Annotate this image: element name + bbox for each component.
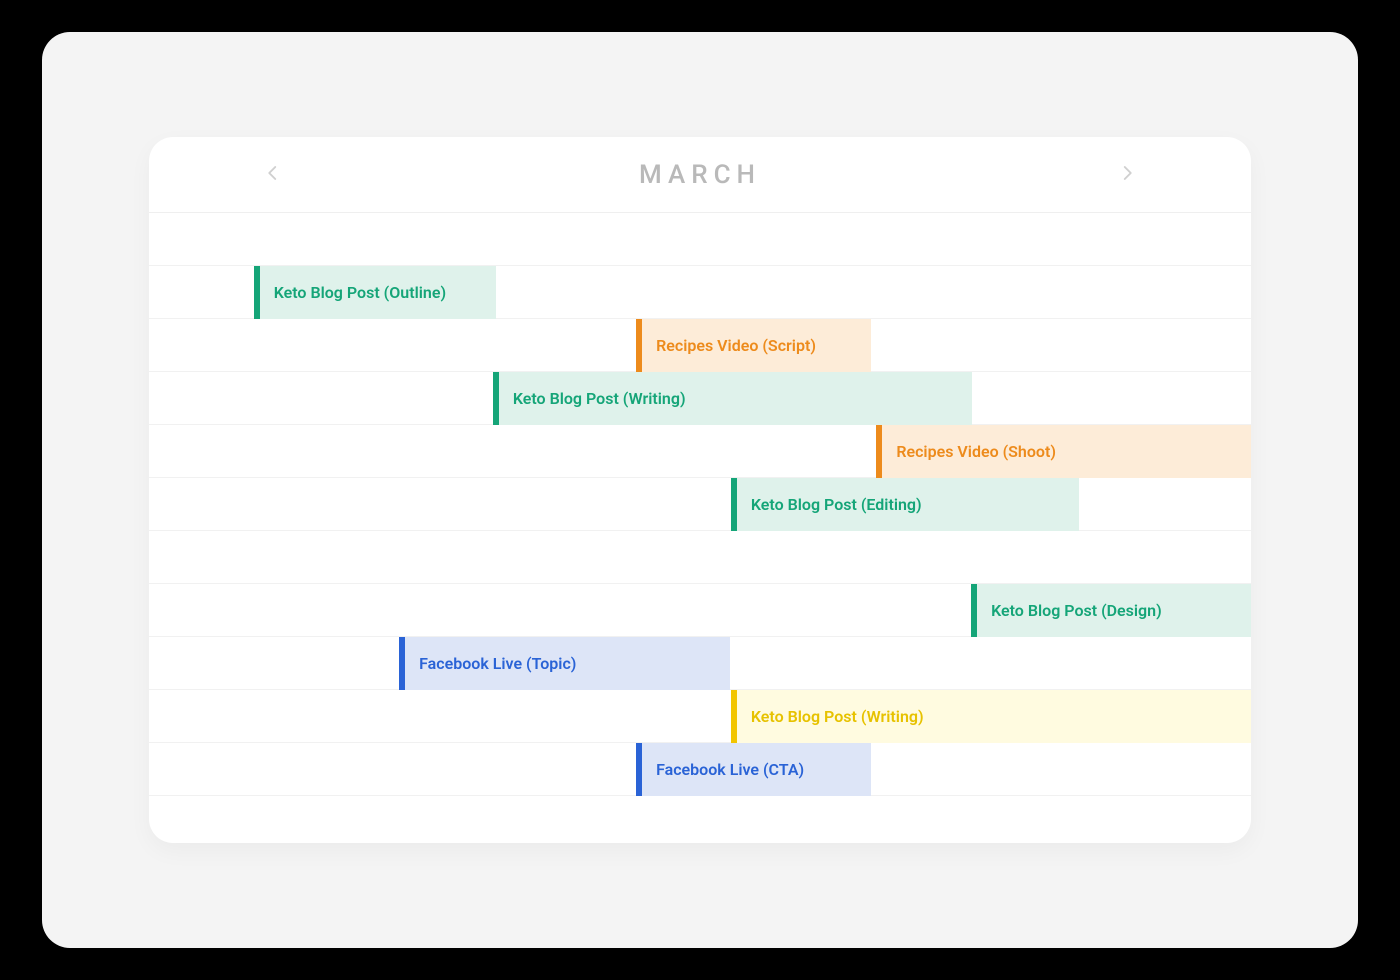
gantt-row: Keto Blog Post (Writing) <box>149 690 1251 743</box>
gantt-row: Recipes Video (Script) <box>149 319 1251 372</box>
gantt-bar-label: Recipes Video (Shoot) <box>896 442 1056 461</box>
stage-background: MARCH Keto Blog Post (Outline) Recipes Vi… <box>42 32 1358 948</box>
gantt-row: Keto Blog Post (Design) <box>149 584 1251 637</box>
gantt-row <box>149 796 1251 843</box>
gantt-bar[interactable]: Keto Blog Post (Outline) <box>254 266 496 319</box>
gantt-bar-label: Keto Blog Post (Writing) <box>751 707 924 726</box>
gantt-bar-label: Keto Blog Post (Writing) <box>513 389 686 408</box>
gantt-row: Keto Blog Post (Writing) <box>149 372 1251 425</box>
gantt-row <box>149 213 1251 266</box>
gantt-bar[interactable]: Keto Blog Post (Writing) <box>731 690 1251 743</box>
gantt-bar[interactable]: Facebook Live (CTA) <box>636 743 871 796</box>
calendar-card: MARCH Keto Blog Post (Outline) Recipes Vi… <box>149 137 1251 843</box>
gantt-row: Facebook Live (Topic) <box>149 637 1251 690</box>
gantt-bar-label: Facebook Live (Topic) <box>419 654 576 673</box>
gantt-bar[interactable]: Keto Blog Post (Writing) <box>493 372 972 425</box>
gantt-bar-label: Keto Blog Post (Editing) <box>751 495 922 514</box>
chevron-left-icon <box>264 159 282 191</box>
gantt-bar-label: Recipes Video (Script) <box>656 336 816 355</box>
gantt-bar[interactable]: Keto Blog Post (Design) <box>971 584 1251 637</box>
gantt-rows: Keto Blog Post (Outline) Recipes Video (S… <box>149 213 1251 843</box>
gantt-bar[interactable]: Keto Blog Post (Editing) <box>731 478 1079 531</box>
gantt-row <box>149 531 1251 584</box>
gantt-bar[interactable]: Recipes Video (Script) <box>636 319 871 372</box>
gantt-bar[interactable]: Facebook Live (Topic) <box>399 637 730 690</box>
gantt-bar[interactable]: Recipes Video (Shoot) <box>876 425 1251 478</box>
gantt-row: Keto Blog Post (Outline) <box>149 266 1251 319</box>
gantt-row: Recipes Video (Shoot) <box>149 425 1251 478</box>
chevron-right-icon <box>1118 159 1136 191</box>
prev-month-button[interactable] <box>259 161 287 189</box>
month-label: MARCH <box>639 160 761 190</box>
gantt-bar-label: Keto Blog Post (Outline) <box>274 283 446 302</box>
gantt-bar-label: Keto Blog Post (Design) <box>991 601 1162 620</box>
gantt-row: Facebook Live (CTA) <box>149 743 1251 796</box>
gantt-row: Keto Blog Post (Editing) <box>149 478 1251 531</box>
calendar-header: MARCH <box>149 137 1251 213</box>
next-month-button[interactable] <box>1113 161 1141 189</box>
gantt-bar-label: Facebook Live (CTA) <box>656 760 804 779</box>
